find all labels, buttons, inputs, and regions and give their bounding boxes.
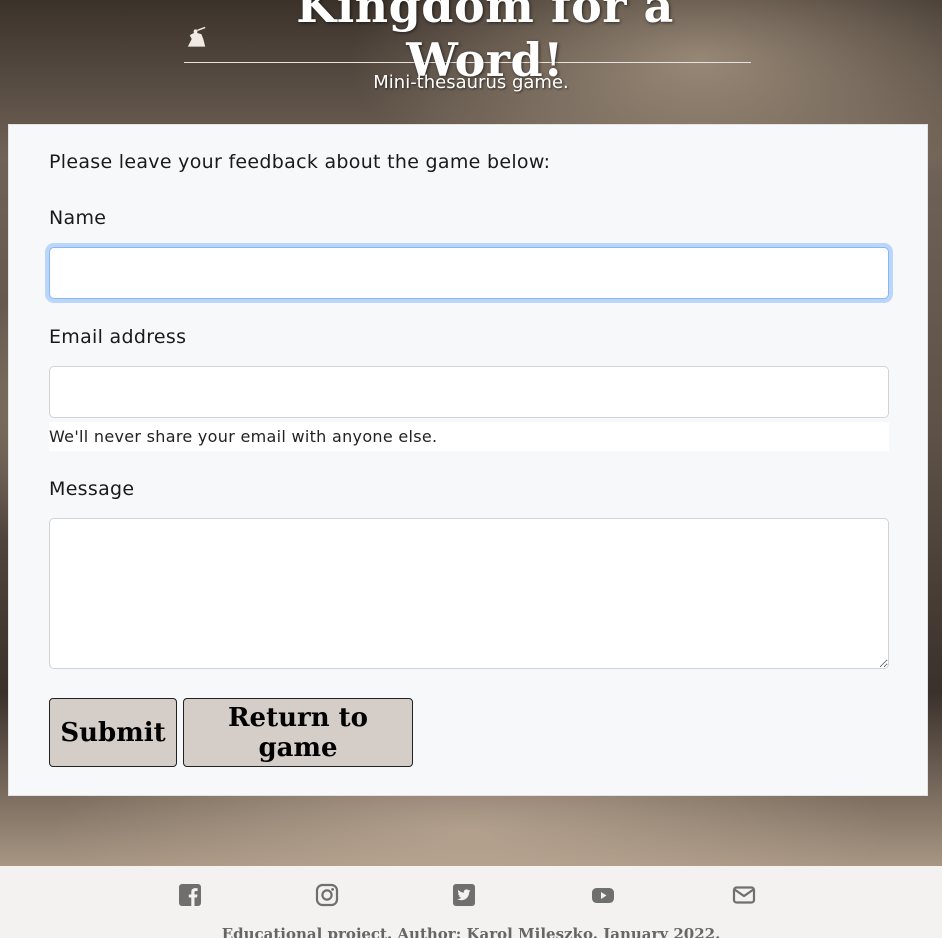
email-label: Email address (49, 326, 187, 348)
email-help-text: We'll never share your email with anyone… (49, 422, 889, 451)
social-icons (0, 883, 942, 909)
message-textarea[interactable] (49, 518, 889, 669)
envelope-icon[interactable] (732, 883, 756, 907)
name-label: Name (49, 207, 107, 229)
twitter-icon[interactable] (452, 883, 476, 907)
instagram-icon[interactable] (315, 883, 339, 907)
site-subtitle: Mini-thesaurus game. (373, 72, 569, 93)
page-header: Kingdom for a Word! Mini-thesaurus game. (0, 0, 942, 124)
name-input[interactable] (49, 247, 889, 299)
message-label: Message (49, 478, 135, 500)
page-footer: Educational project. Author: Karol Miles… (0, 866, 942, 938)
feedback-form-card: Please leave your feedback about the gam… (8, 124, 928, 796)
youtube-icon[interactable] (591, 883, 615, 907)
return-to-game-button[interactable]: Return to game (183, 698, 413, 767)
knight-on-horse-icon (187, 26, 206, 47)
footer-credits: Educational project. Author: Karol Miles… (221, 925, 721, 938)
submit-button[interactable]: Submit (49, 698, 177, 767)
form-intro: Please leave your feedback about the gam… (49, 151, 551, 173)
title-wrap: Kingdom for a Word! (184, 0, 751, 87)
email-input[interactable] (49, 366, 889, 418)
facebook-icon[interactable] (178, 883, 202, 907)
